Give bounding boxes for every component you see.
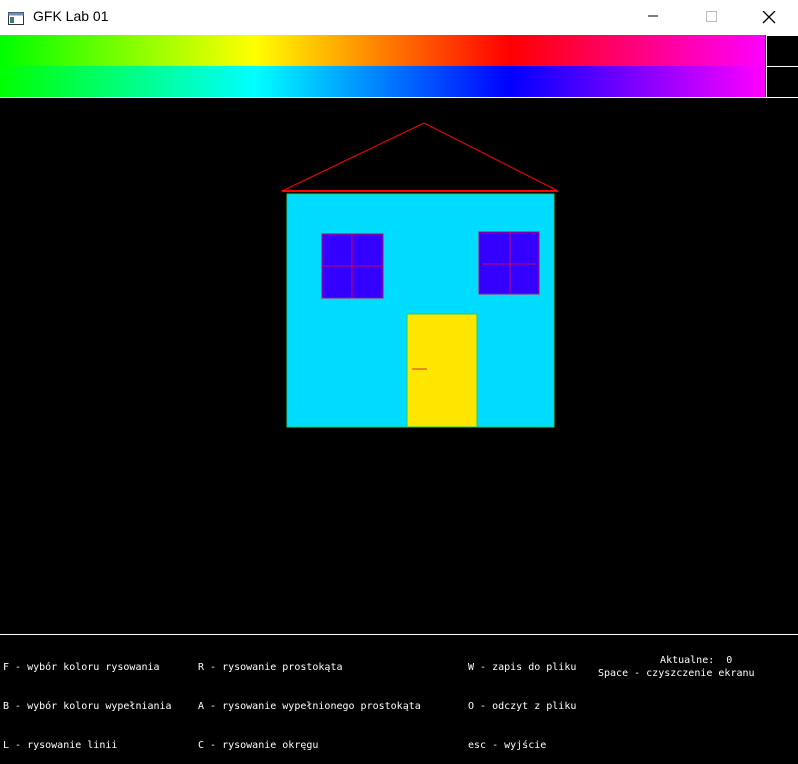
help-line: W - zapis do pliku xyxy=(468,662,577,673)
current-mode-label: Aktualne: xyxy=(660,655,715,666)
minimize-icon xyxy=(648,15,658,17)
help-line: O - odczyt z pliku xyxy=(468,701,577,712)
help-divider xyxy=(0,634,798,635)
title-bar[interactable]: GFK Lab 01 xyxy=(0,0,798,35)
help-line: F - wybór koloru rysowania xyxy=(3,662,160,673)
help-line: L - rysowanie linii xyxy=(3,740,118,751)
help-line: esc - wyjście xyxy=(468,740,547,751)
minimize-button[interactable] xyxy=(630,0,676,35)
current-fill-color-swatch xyxy=(766,66,798,98)
fill-color-gradient[interactable] xyxy=(0,66,765,97)
app-icon xyxy=(8,10,24,25)
help-column-1: F - wybór koloru rysowania B - wybór kol… xyxy=(3,638,172,764)
maximize-button[interactable] xyxy=(688,0,734,35)
clear-screen-hint: Space - czyszczenie ekranu xyxy=(598,668,755,679)
close-button[interactable] xyxy=(746,0,792,35)
color-palette xyxy=(0,35,798,98)
help-line: C - rysowanie okręgu xyxy=(198,740,319,751)
roof-right-line xyxy=(423,122,559,192)
maximize-icon xyxy=(706,11,717,22)
close-icon xyxy=(762,11,776,24)
door xyxy=(406,313,478,428)
right-window xyxy=(478,231,540,295)
help-line: A - rysowanie wypełnionego prostokąta xyxy=(198,701,421,712)
window-title: GFK Lab 01 xyxy=(33,8,109,24)
current-mode-readout: Aktualne: 0 xyxy=(648,643,732,667)
help-line: R - rysowanie prostokąta xyxy=(198,662,343,673)
drawing-canvas[interactable] xyxy=(0,98,798,634)
help-line: B - wybór koloru wypełniania xyxy=(3,701,172,712)
current-mode-value: 0 xyxy=(726,655,733,666)
help-column-3: W - zapis do pliku O - odczyt z pliku es… xyxy=(468,638,576,764)
draw-color-gradient[interactable] xyxy=(0,35,765,66)
roof-left-line xyxy=(281,122,425,192)
current-draw-color-swatch xyxy=(766,35,798,67)
help-column-2: R - rysowanie prostokąta A - rysowanie w… xyxy=(198,638,421,764)
